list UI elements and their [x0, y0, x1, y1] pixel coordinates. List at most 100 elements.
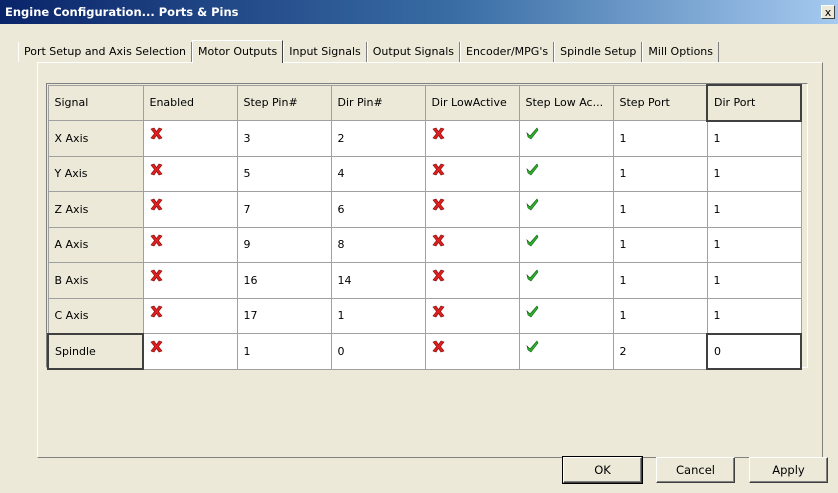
table-row[interactable]: A Axis 9 8 1 1: [47, 226, 802, 263]
green-check-icon[interactable]: [525, 340, 539, 353]
tab-input-signals[interactable]: Input Signals: [283, 42, 367, 62]
grid-cell-step-pin[interactable]: 17: [236, 297, 332, 334]
tab-mill-options[interactable]: Mill Options: [642, 42, 720, 62]
column-header[interactable]: Step Pin#: [236, 84, 332, 121]
red-x-icon[interactable]: [432, 127, 445, 140]
red-x-icon[interactable]: [432, 234, 445, 247]
grid-cell-dir-port[interactable]: 1: [706, 120, 802, 157]
grid-cell-dir-low-active[interactable]: [424, 262, 520, 299]
grid-cell-dir-low-active[interactable]: [424, 297, 520, 334]
grid-cell-dir-port[interactable]: 1: [706, 155, 802, 192]
grid-cell-step-pin[interactable]: 1: [236, 333, 332, 370]
grid-cell-dir-port[interactable]: 1: [706, 226, 802, 263]
grid-cell-step-port[interactable]: 1: [612, 226, 708, 263]
grid-cell-step-low-active[interactable]: [518, 155, 614, 192]
grid-cell-dir-low-active[interactable]: [424, 120, 520, 157]
red-x-icon[interactable]: [150, 340, 163, 353]
grid-cell-dir-pin[interactable]: 2: [330, 120, 426, 157]
apply-button[interactable]: Apply: [749, 457, 828, 483]
grid-cell-enabled[interactable]: [142, 155, 238, 192]
grid-cell-dir-port[interactable]: 1: [706, 191, 802, 228]
row-header[interactable]: B Axis: [47, 262, 144, 299]
red-x-icon[interactable]: [432, 340, 445, 353]
grid-cell-step-port[interactable]: 1: [612, 155, 708, 192]
grid-cell-dir-pin[interactable]: 1: [330, 297, 426, 334]
green-check-icon[interactable]: [525, 269, 539, 282]
column-header[interactable]: Dir Pin#: [330, 84, 426, 121]
cancel-button[interactable]: Cancel: [656, 457, 735, 483]
grid-cell-step-pin[interactable]: 9: [236, 226, 332, 263]
red-x-icon[interactable]: [150, 198, 163, 211]
grid-cell-step-port[interactable]: 1: [612, 191, 708, 228]
red-x-icon[interactable]: [150, 305, 163, 318]
row-header[interactable]: Spindle: [47, 332, 144, 370]
grid-cell-step-port[interactable]: 1: [612, 120, 708, 157]
green-check-icon[interactable]: [525, 127, 539, 140]
grid-cell-dir-pin[interactable]: 0: [330, 333, 426, 370]
grid-cell-step-pin[interactable]: 3: [236, 120, 332, 157]
row-header[interactable]: Y Axis: [47, 155, 144, 192]
green-check-icon[interactable]: [525, 305, 539, 318]
red-x-icon[interactable]: [432, 163, 445, 176]
grid-cell-dir-port[interactable]: 1: [706, 297, 802, 334]
grid-cell-step-low-active[interactable]: [518, 226, 614, 263]
grid-cell-enabled[interactable]: [142, 297, 238, 334]
grid-cell-enabled[interactable]: [142, 333, 238, 370]
grid-cell-step-low-active[interactable]: [518, 120, 614, 157]
red-x-icon[interactable]: [150, 163, 163, 176]
table-row[interactable]: X Axis 3 2 1 1: [47, 120, 802, 157]
grid-cell-dir-low-active[interactable]: [424, 191, 520, 228]
grid-cell-dir-pin[interactable]: 6: [330, 191, 426, 228]
grid-cell-dir-pin[interactable]: 4: [330, 155, 426, 192]
green-check-icon[interactable]: [525, 198, 539, 211]
grid-cell-step-low-active[interactable]: [518, 191, 614, 228]
red-x-icon[interactable]: [432, 269, 445, 282]
ok-button[interactable]: OK: [562, 456, 643, 484]
grid-cell-enabled[interactable]: [142, 120, 238, 157]
grid-cell-dir-low-active[interactable]: [424, 333, 520, 370]
close-icon[interactable]: x: [821, 5, 835, 19]
row-header[interactable]: Z Axis: [47, 191, 144, 228]
table-row[interactable]: Spindle 1 0 2 0: [47, 332, 802, 370]
grid-cell-enabled[interactable]: [142, 226, 238, 263]
tab-encoder-mpg-s[interactable]: Encoder/MPG's: [460, 42, 555, 62]
column-header[interactable]: Enabled: [142, 84, 238, 121]
grid-cell-enabled[interactable]: [142, 262, 238, 299]
grid-cell-step-low-active[interactable]: [518, 297, 614, 334]
grid-cell-step-low-active[interactable]: [518, 262, 614, 299]
grid-cell-step-port[interactable]: 2: [612, 333, 708, 370]
table-row[interactable]: Z Axis 7 6 1 1: [47, 191, 802, 228]
tab-port-setup-and-axis-selection[interactable]: Port Setup and Axis Selection: [18, 42, 193, 62]
grid-cell-step-port[interactable]: 1: [612, 262, 708, 299]
red-x-icon[interactable]: [150, 269, 163, 282]
grid-cell-dir-port[interactable]: 1: [706, 262, 802, 299]
green-check-icon[interactable]: [525, 163, 539, 176]
grid-cell-step-pin[interactable]: 5: [236, 155, 332, 192]
red-x-icon[interactable]: [150, 127, 163, 140]
row-header[interactable]: A Axis: [47, 226, 144, 263]
column-header[interactable]: Signal: [47, 84, 144, 121]
tab-spindle-setup[interactable]: Spindle Setup: [554, 42, 643, 62]
table-row[interactable]: C Axis 17 1 1 1: [47, 297, 802, 334]
row-header[interactable]: X Axis: [47, 120, 144, 157]
table-row[interactable]: B Axis 16 14 1 1: [47, 262, 802, 299]
column-header[interactable]: Step Low Ac...: [518, 84, 614, 121]
green-check-icon[interactable]: [525, 234, 539, 247]
red-x-icon[interactable]: [150, 234, 163, 247]
grid-cell-dir-pin[interactable]: 14: [330, 262, 426, 299]
grid-cell-step-pin[interactable]: 7: [236, 191, 332, 228]
column-header[interactable]: Dir LowActive: [424, 84, 520, 121]
title-bar[interactable]: Engine Configuration... Ports & Pins x: [0, 0, 838, 24]
tab-output-signals[interactable]: Output Signals: [366, 42, 460, 62]
grid-cell-dir-low-active[interactable]: [424, 155, 520, 192]
grid-cell-step-low-active[interactable]: [518, 333, 614, 370]
column-header[interactable]: Dir Port: [706, 84, 802, 122]
table-row[interactable]: Y Axis 5 4 1 1: [47, 155, 802, 192]
row-header[interactable]: C Axis: [47, 297, 144, 334]
grid-cell-dir-pin[interactable]: 8: [330, 226, 426, 263]
grid-cell-dir-port[interactable]: 0: [706, 332, 802, 370]
grid-cell-step-pin[interactable]: 16: [236, 262, 332, 299]
red-x-icon[interactable]: [432, 198, 445, 211]
tab-motor-outputs[interactable]: Motor Outputs: [192, 40, 284, 63]
grid-cell-step-port[interactable]: 1: [612, 297, 708, 334]
